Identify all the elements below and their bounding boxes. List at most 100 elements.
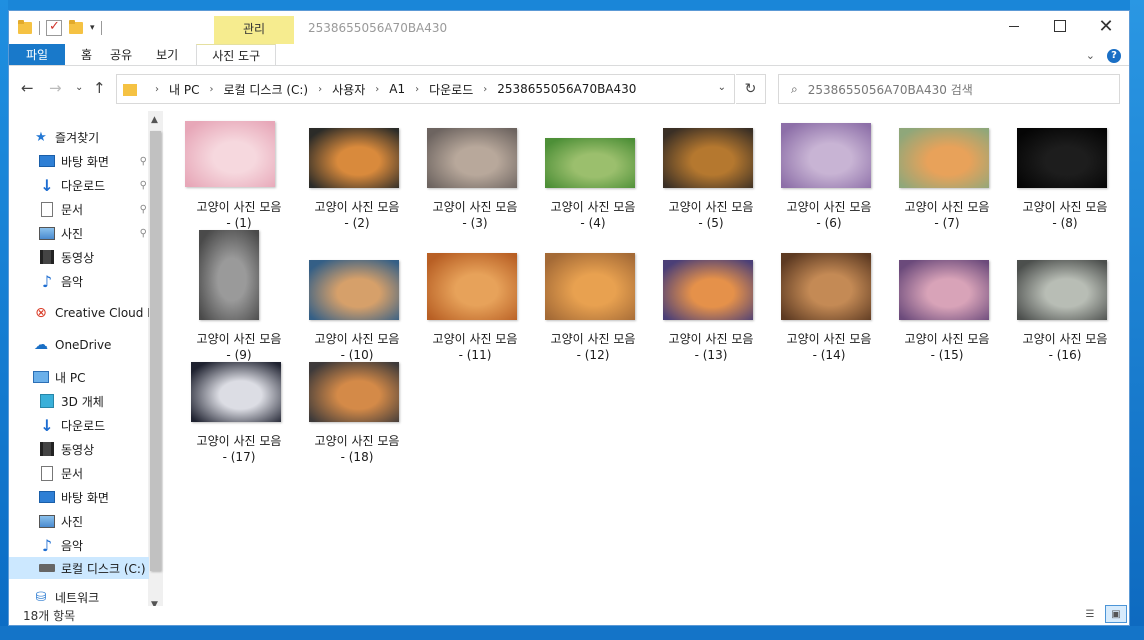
- item-count: 18개 항목: [23, 609, 76, 623]
- file-name-suffix: - (7): [934, 216, 960, 230]
- recent-locations-icon[interactable]: ⌄: [75, 82, 83, 93]
- chevron-right-icon[interactable]: ›: [375, 84, 379, 95]
- pin-icon: ⚲: [139, 179, 147, 191]
- close-button[interactable]: ✕: [1083, 11, 1129, 41]
- file-name: 고양이 사진 모음: [550, 200, 636, 214]
- image-thumbnail[interactable]: [427, 253, 517, 320]
- breadcrumb-local-disk[interactable]: 로컬 디스크 (C:): [223, 81, 308, 98]
- file-name-suffix: - (3): [462, 216, 488, 230]
- sidebar-item[interactable]: 내 PC: [9, 366, 149, 388]
- sidebar-item[interactable]: 동영상: [9, 246, 149, 268]
- back-arrow-icon[interactable]: ←: [21, 79, 34, 97]
- sidebar-item[interactable]: 문서 ⚲: [9, 198, 149, 220]
- image-thumbnail[interactable]: [1017, 260, 1107, 320]
- desktop-icon: [39, 489, 55, 505]
- image-thumbnail[interactable]: [545, 138, 635, 188]
- sidebar-item[interactable]: ⊗ Creative Cloud Fil: [9, 302, 149, 324]
- sidebar-item[interactable]: 로컬 디스크 (C:): [9, 557, 149, 579]
- image-thumbnail[interactable]: [309, 362, 399, 422]
- breadcrumb-a1[interactable]: A1: [389, 82, 405, 96]
- image-thumbnail[interactable]: [427, 128, 517, 188]
- tab-picture-tools[interactable]: 사진 도구: [196, 44, 277, 65]
- breadcrumb-users[interactable]: 사용자: [332, 81, 365, 98]
- sidebar-item[interactable]: 바탕 화면 ⚲: [9, 150, 149, 172]
- sidebar-item-label: 다운로드: [61, 418, 106, 433]
- breadcrumb-this-pc[interactable]: 내 PC: [169, 81, 199, 98]
- image-thumbnail[interactable]: [663, 128, 753, 188]
- sidebar-item[interactable]: 사진: [9, 510, 149, 532]
- sidebar-item[interactable]: ♪ 음악: [9, 270, 149, 292]
- sidebar-item-label: 바탕 화면: [61, 490, 109, 505]
- refresh-icon: ↻: [744, 81, 757, 97]
- sidebar-item-label: 사진: [61, 514, 84, 529]
- tab-view[interactable]: 보기: [144, 44, 190, 65]
- forward-arrow-icon[interactable]: →: [49, 79, 62, 97]
- file-name-suffix: - (4): [580, 216, 606, 230]
- sidebar-item[interactable]: ♪ 음악: [9, 534, 149, 556]
- address-bar[interactable]: › 내 PC › 로컬 디스크 (C:) › 사용자 › A1 › 다운로드 ›…: [116, 74, 735, 104]
- up-arrow-icon[interactable]: ↑: [93, 79, 106, 97]
- sidebar-item[interactable]: ↓ 다운로드: [9, 414, 149, 436]
- customize-toolbar-icon[interactable]: ▾: [90, 23, 95, 33]
- window-title: 2538655056A70BA430: [308, 21, 448, 35]
- breadcrumb-downloads[interactable]: 다운로드: [429, 81, 473, 98]
- sidebar-item[interactable]: ⛁ 네트워크: [9, 586, 149, 606]
- tab-file[interactable]: 파일: [9, 44, 65, 65]
- tab-home[interactable]: 홈: [75, 44, 98, 65]
- image-thumbnail[interactable]: [899, 128, 989, 188]
- desktop-background-right: [1130, 0, 1144, 640]
- new-folder-icon[interactable]: [68, 20, 84, 36]
- chevron-right-icon[interactable]: ›: [483, 84, 487, 95]
- image-thumbnail[interactable]: [781, 253, 871, 320]
- help-icon[interactable]: ?: [1107, 49, 1121, 63]
- sidebar-item[interactable]: 바탕 화면: [9, 486, 149, 508]
- file-name: 고양이 사진 모음: [550, 332, 636, 346]
- image-thumbnail[interactable]: [199, 230, 259, 320]
- music-icon: ♪: [41, 271, 53, 291]
- sidebar-item[interactable]: 문서: [9, 462, 149, 484]
- desktop-background-bottom: [0, 626, 1144, 640]
- properties-icon[interactable]: [46, 19, 62, 36]
- tab-share[interactable]: 공유: [98, 44, 144, 65]
- sidebar-item[interactable]: ★ 즐겨찾기: [9, 126, 149, 148]
- sidebar-item[interactable]: 3D 개체: [9, 390, 149, 412]
- window-controls: ✕: [991, 11, 1129, 41]
- sidebar-item-label: 동영상: [61, 250, 95, 265]
- image-thumbnail[interactable]: [1017, 128, 1107, 188]
- refresh-button[interactable]: ↻: [736, 74, 766, 104]
- image-thumbnail[interactable]: [309, 260, 399, 320]
- image-thumbnail[interactable]: [191, 362, 281, 422]
- details-view-icon[interactable]: ☰: [1079, 605, 1101, 623]
- chevron-right-icon[interactable]: ›: [318, 84, 322, 95]
- sidebar-item[interactable]: 동영상: [9, 438, 149, 460]
- image-thumbnail[interactable]: [185, 121, 275, 187]
- expand-ribbon-icon[interactable]: ⌄: [1086, 49, 1095, 63]
- image-thumbnail[interactable]: [663, 260, 753, 320]
- search-input[interactable]: ⌕ 2538655056A70BA430 검색: [778, 74, 1120, 104]
- sidebar-item[interactable]: 사진 ⚲: [9, 222, 149, 244]
- sidebar-item-label: 문서: [61, 466, 84, 481]
- image-thumbnail[interactable]: [899, 260, 989, 320]
- sidebar-item[interactable]: ↓ 다운로드 ⚲: [9, 174, 149, 196]
- sidebar-item[interactable]: ☁ OneDrive: [9, 334, 149, 356]
- sidebar-item-label: 즐겨찾기: [55, 130, 100, 145]
- chevron-right-icon[interactable]: ›: [415, 84, 419, 95]
- large-icons-view-icon[interactable]: ▣: [1105, 605, 1127, 623]
- chevron-right-icon[interactable]: ›: [155, 84, 159, 95]
- minimize-button[interactable]: [991, 11, 1037, 41]
- breadcrumb-current-folder[interactable]: 2538655056A70BA430: [497, 82, 636, 96]
- 3d-objects-icon: [39, 393, 55, 409]
- address-dropdown-icon[interactable]: ⌄: [718, 82, 726, 93]
- chevron-right-icon[interactable]: ›: [209, 84, 213, 95]
- scroll-up-icon[interactable]: ▲: [151, 115, 158, 125]
- sidebar-item-label: OneDrive: [55, 338, 112, 352]
- navigation-scrollbar[interactable]: ▲ ▼: [148, 111, 163, 606]
- maximize-button[interactable]: [1037, 11, 1083, 41]
- sidebar-item-label: 동영상: [61, 442, 95, 457]
- image-thumbnail[interactable]: [781, 123, 871, 188]
- file-name-suffix: - (16): [1048, 348, 1082, 362]
- file-name-suffix: - (6): [816, 216, 842, 230]
- scrollbar-thumb[interactable]: [150, 131, 161, 571]
- image-thumbnail[interactable]: [545, 253, 635, 320]
- image-thumbnail[interactable]: [309, 128, 399, 188]
